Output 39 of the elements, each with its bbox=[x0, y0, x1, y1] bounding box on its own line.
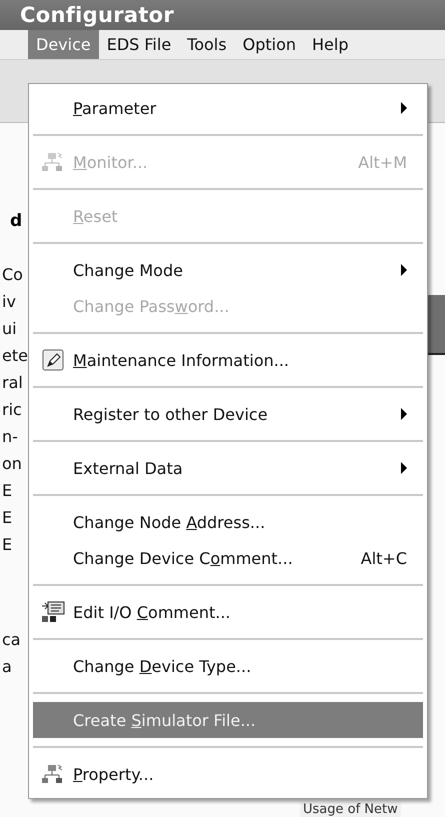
list-text: Co bbox=[1, 264, 24, 286]
menu-item[interactable]: External Data bbox=[33, 450, 423, 486]
menu-item[interactable]: Create Simulator File... bbox=[33, 702, 423, 738]
menu-bar-item[interactable]: Help bbox=[304, 30, 356, 59]
menu-item[interactable]: Change Node Address... bbox=[33, 504, 423, 540]
window-title: Configurator bbox=[20, 3, 174, 27]
panel-header bbox=[428, 295, 445, 353]
shortcut-label: Alt+C bbox=[360, 548, 407, 568]
list-text: ral bbox=[1, 372, 24, 394]
list-text: a bbox=[1, 656, 13, 678]
network-icon bbox=[42, 152, 64, 172]
menu-item[interactable]: Parameter bbox=[33, 90, 423, 126]
list-text: ui bbox=[1, 318, 18, 340]
list-text: ete bbox=[1, 345, 28, 367]
menu-bar-item[interactable]: Device bbox=[28, 30, 99, 59]
list-text: n- bbox=[1, 426, 19, 448]
menu-bar-item[interactable]: EDS File bbox=[98, 30, 180, 59]
menu-item[interactable]: Edit I/O Comment... bbox=[33, 594, 423, 630]
network-icon bbox=[42, 764, 64, 784]
menu-item[interactable]: Change Device Comment... Alt+C bbox=[33, 540, 423, 576]
list-text: E bbox=[1, 534, 14, 556]
shortcut-label: Alt+M bbox=[358, 152, 407, 172]
list-text: ca bbox=[1, 629, 22, 651]
group-label: Usage of Netw bbox=[300, 802, 401, 817]
menu-item[interactable]: Change Mode bbox=[33, 252, 423, 288]
menu-bar-item[interactable]: Option bbox=[234, 30, 304, 59]
list-text: E bbox=[1, 507, 14, 529]
list-text: iv bbox=[1, 291, 17, 313]
list-text: E bbox=[1, 480, 14, 502]
menu-bar-item[interactable]: Tools bbox=[179, 30, 235, 59]
menu-item[interactable]: Register to other Device bbox=[33, 396, 423, 432]
list-text: ric bbox=[1, 399, 23, 421]
list-icon bbox=[41, 601, 65, 623]
menu-item[interactable]: Maintenance Information... bbox=[33, 342, 423, 378]
menu-item[interactable]: Change Device Type... bbox=[33, 648, 423, 684]
menu-item[interactable]: Property... bbox=[33, 756, 423, 792]
pencil-icon bbox=[42, 349, 64, 371]
section-heading: d bbox=[9, 211, 24, 233]
list-text: on bbox=[1, 453, 23, 475]
